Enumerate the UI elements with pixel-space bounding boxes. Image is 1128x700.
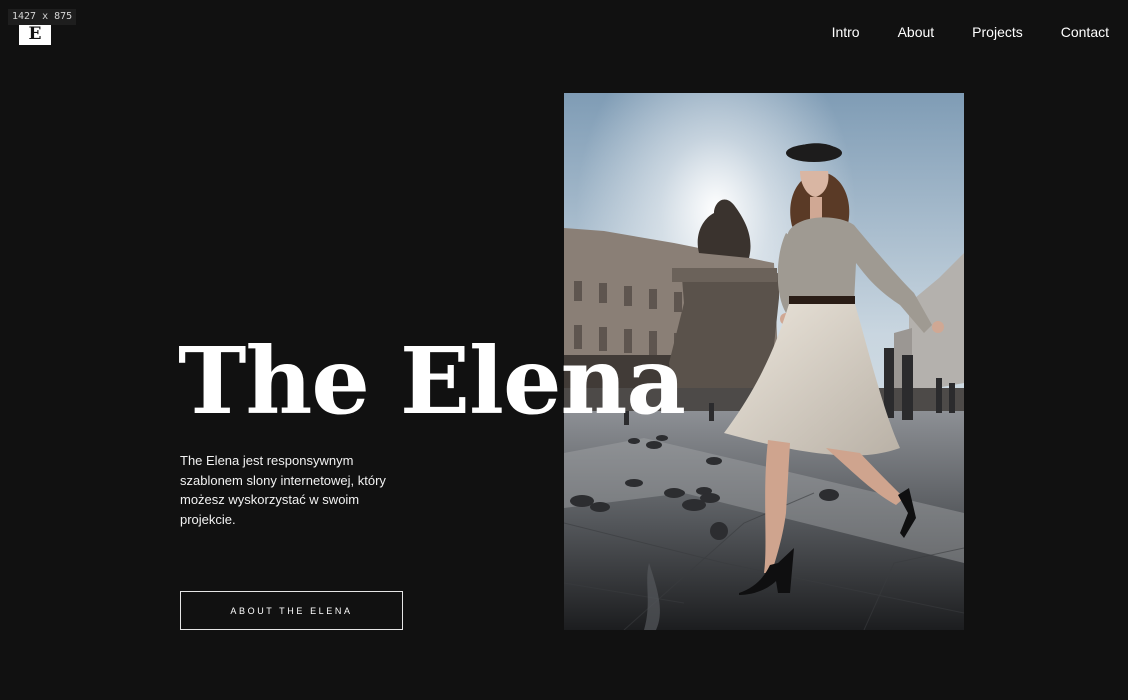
hero-description: The Elena jest responsywnym szablonem sl… — [180, 453, 386, 527]
logo-letter: E — [28, 24, 42, 44]
nav-intro[interactable]: Intro — [832, 24, 860, 41]
main-nav: Intro About Projects Contact — [832, 24, 1109, 41]
nav-about[interactable]: About — [898, 24, 935, 41]
logo[interactable]: E — [19, 24, 51, 45]
dimensions-label: 1427 x 875 — [8, 9, 77, 25]
about-the-elena-button[interactable]: ABOUT THE ELENA — [180, 591, 403, 630]
nav-projects[interactable]: Projects — [972, 24, 1023, 41]
nav-contact[interactable]: Contact — [1061, 24, 1109, 41]
hero-title: The Elena — [178, 327, 686, 435]
